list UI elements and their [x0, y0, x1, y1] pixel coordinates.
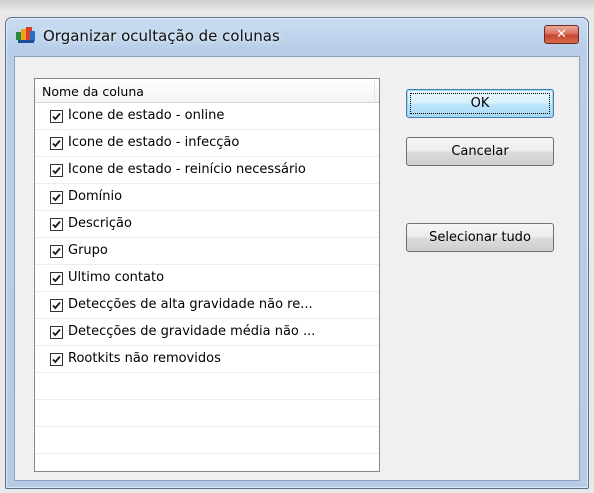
checkmark-icon: [52, 193, 61, 202]
checkmark-icon: [52, 274, 61, 283]
checkmark-icon: [52, 112, 61, 121]
checkbox[interactable]: [50, 299, 63, 312]
title-bar[interactable]: Organizar ocultação de colunas ✕: [6, 18, 588, 52]
select-all-button-label: Selecionar tudo: [429, 230, 531, 245]
list-item[interactable]: Detecções de alta gravidade não re...: [35, 292, 379, 319]
checkbox[interactable]: [50, 110, 63, 123]
close-button[interactable]: ✕: [544, 25, 579, 44]
checkbox[interactable]: [50, 218, 63, 231]
column-list[interactable]: Nome da coluna Ícone de estado - online Í…: [34, 78, 380, 472]
list-item-label: Ícone de estado - online: [68, 108, 225, 123]
checkbox[interactable]: [50, 353, 63, 366]
list-item[interactable]: Descrição: [35, 211, 379, 238]
window-title: Organizar ocultação de colunas: [43, 27, 280, 45]
checkmark-icon: [52, 139, 61, 148]
list-item-label: Ícone de estado - reinício necessário: [68, 162, 306, 177]
avg-logo-icon: [16, 27, 36, 45]
list-item-label: Domínio: [68, 189, 123, 204]
checkbox[interactable]: [50, 272, 63, 285]
background-strip: [0, 0, 594, 10]
checkmark-icon: [52, 355, 61, 364]
checkbox[interactable]: [50, 137, 63, 150]
list-item[interactable]: Último contato: [35, 265, 379, 292]
list-item-label: Grupo: [68, 243, 108, 258]
list-item[interactable]: Ícone de estado - online: [35, 103, 379, 130]
checkbox[interactable]: [50, 245, 63, 258]
dialog-body: Nome da coluna Ícone de estado - online Í…: [14, 56, 580, 481]
empty-row: [35, 427, 379, 454]
empty-row: [35, 400, 379, 427]
checkmark-icon: [52, 166, 61, 175]
list-item[interactable]: Rootkits não removidos: [35, 346, 379, 373]
list-item[interactable]: Ícone de estado - reinício necessário: [35, 157, 379, 184]
checkbox[interactable]: [50, 191, 63, 204]
list-item-label: Último contato: [68, 270, 165, 285]
close-icon: ✕: [556, 27, 567, 42]
list-item[interactable]: Grupo: [35, 238, 379, 265]
checkbox[interactable]: [50, 164, 63, 177]
checkmark-icon: [52, 301, 61, 310]
list-item[interactable]: Ícone de estado - infecção: [35, 130, 379, 157]
list-item[interactable]: Detecções de gravidade média não ...: [35, 319, 379, 346]
checkmark-icon: [52, 247, 61, 256]
list-item-label: Ícone de estado - infecção: [68, 135, 240, 150]
cancel-button-label: Cancelar: [451, 144, 509, 159]
checkmark-icon: [52, 328, 61, 337]
header-filler: [375, 79, 379, 102]
cancel-button[interactable]: Cancelar: [406, 137, 554, 166]
list-item[interactable]: Domínio: [35, 184, 379, 211]
list-item-label: Descrição: [68, 216, 132, 231]
column-header-name[interactable]: Nome da coluna: [35, 79, 375, 102]
ok-button[interactable]: OK: [406, 89, 554, 118]
ok-button-label: OK: [470, 96, 490, 111]
checkmark-icon: [52, 220, 61, 229]
list-header: Nome da coluna: [35, 79, 379, 103]
list-item-label: Detecções de gravidade média não ...: [68, 324, 316, 339]
list-item-label: Rootkits não removidos: [68, 351, 221, 366]
list-item-label: Detecções de alta gravidade não re...: [68, 297, 313, 312]
dialog-window: Organizar ocultação de colunas ✕ Nome da…: [5, 17, 589, 489]
empty-row: [35, 454, 379, 471]
empty-row: [35, 373, 379, 400]
checkbox[interactable]: [50, 326, 63, 339]
select-all-button[interactable]: Selecionar tudo: [406, 223, 554, 252]
